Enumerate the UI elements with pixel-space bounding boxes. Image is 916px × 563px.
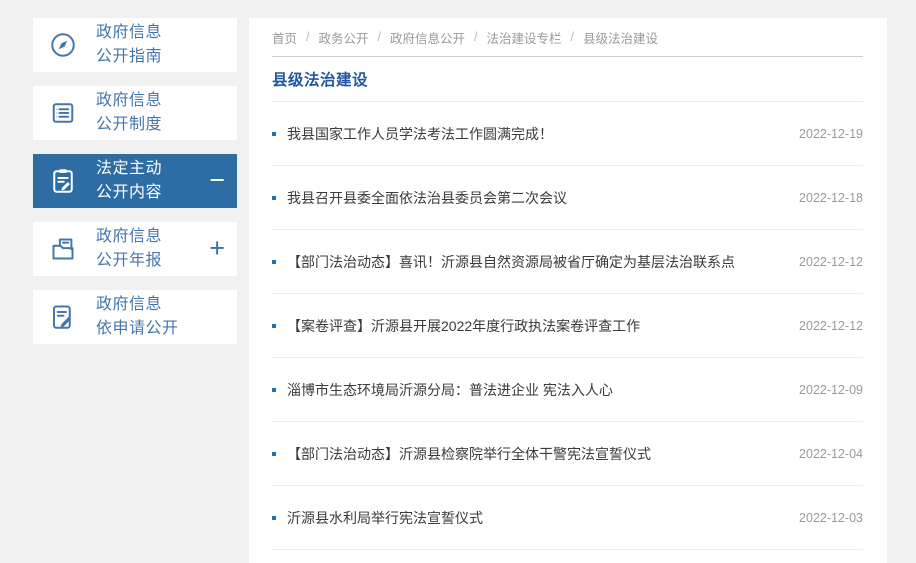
content-panel: 首页 / 政务公开 / 政府信息公开 / 法治建设专栏 / 县级法治建设 县级法… <box>249 18 887 563</box>
compass-icon <box>48 30 78 60</box>
news-date: 2022-12-09 <box>799 382 863 397</box>
breadcrumb-separator: / <box>377 30 381 44</box>
sidebar-item-label: 政府信息 依申请公开 <box>96 296 179 337</box>
folder-document-icon <box>48 234 78 264</box>
news-link[interactable]: 我县国家工作人员学法考法工作圆满完成！ <box>287 124 785 144</box>
news-row[interactable]: 我县召开县委全面依法治县委员会第二次会议 2022-12-18 <box>272 166 863 230</box>
news-row[interactable]: 【案卷评查】沂源县开展2022年度行政执法案卷评查工作 2022-12-12 <box>272 294 863 358</box>
breadcrumb-separator: / <box>570 30 574 44</box>
news-link[interactable]: 【部门法治动态】沂源县检察院举行全体干警宪法宣誓仪式 <box>287 444 785 464</box>
bullet-icon <box>272 451 276 456</box>
document-pen-icon <box>48 302 78 332</box>
sidebar-item-annual-report[interactable]: 政府信息 公开年报 + <box>33 222 237 276</box>
bullet-icon <box>272 323 276 328</box>
breadcrumb: 首页 / 政务公开 / 政府信息公开 / 法治建设专栏 / 县级法治建设 <box>272 18 863 57</box>
bullet-icon <box>272 131 276 136</box>
expand-toggle[interactable]: + <box>209 234 225 262</box>
news-date: 2022-12-04 <box>799 446 863 461</box>
news-link[interactable]: 我县召开县委全面依法治县委员会第二次会议 <box>287 188 785 208</box>
sidebar-item-open-rules[interactable]: 政府信息 公开制度 <box>33 86 237 140</box>
news-date: 2022-12-03 <box>799 510 863 525</box>
breadcrumb-rule-of-law-column[interactable]: 法治建设专栏 <box>487 28 562 47</box>
page-title: 县级法治建设 <box>272 72 369 89</box>
news-link[interactable]: 【案卷评查】沂源县开展2022年度行政执法案卷评查工作 <box>287 316 785 336</box>
sidebar-item-statutory-disclosure[interactable]: 法定主动 公开内容 − <box>33 154 237 208</box>
list-document-icon <box>48 98 78 128</box>
sidebar-item-label: 政府信息 公开指南 <box>96 24 163 65</box>
news-date: 2022-12-12 <box>799 254 863 269</box>
sidebar-item-open-guide[interactable]: 政府信息 公开指南 <box>33 18 237 72</box>
section-header: 县级法治建设 <box>272 57 863 102</box>
sidebar-item-label: 法定主动 公开内容 <box>96 160 163 201</box>
sidebar-item-label: 政府信息 公开制度 <box>96 92 163 133</box>
news-row[interactable]: 沂源县水利局举行宪法宣誓仪式 2022-12-03 <box>272 486 863 550</box>
sidebar-nav: 政府信息 公开指南 政府信息 公开制度 法定主动 公开内容 − 政府信息 公开年… <box>33 18 237 358</box>
news-row[interactable]: 淄博市生态环境局沂源分局：普法进企业 宪法入人心 2022-12-09 <box>272 358 863 422</box>
sidebar-item-label: 政府信息 公开年报 <box>96 228 163 269</box>
bullet-icon <box>272 387 276 392</box>
collapse-toggle[interactable]: − <box>209 166 225 194</box>
breadcrumb-gov-affairs[interactable]: 政务公开 <box>319 28 369 47</box>
news-row[interactable]: 【部门法治动态】沂源县检察院举行全体干警宪法宣誓仪式 2022-12-04 <box>272 422 863 486</box>
news-date: 2022-12-19 <box>799 126 863 141</box>
news-list: 我县国家工作人员学法考法工作圆满完成！ 2022-12-19 我县召开县委全面依… <box>272 102 863 550</box>
sidebar-item-disclosure-upon-request[interactable]: 政府信息 依申请公开 <box>33 290 237 344</box>
news-link[interactable]: 沂源县水利局举行宪法宣誓仪式 <box>287 508 785 528</box>
bullet-icon <box>272 259 276 264</box>
breadcrumb-home[interactable]: 首页 <box>272 28 297 47</box>
news-link[interactable]: 【部门法治动态】喜讯！沂源县自然资源局被省厅确定为基层法治联系点 <box>287 252 785 272</box>
breadcrumb-current-page: 县级法治建设 <box>583 31 659 46</box>
news-link[interactable]: 淄博市生态环境局沂源分局：普法进企业 宪法入人心 <box>287 380 785 400</box>
bullet-icon <box>272 195 276 200</box>
news-date: 2022-12-12 <box>799 318 863 333</box>
news-row[interactable]: 我县国家工作人员学法考法工作圆满完成！ 2022-12-19 <box>272 102 863 166</box>
clipboard-edit-icon <box>48 166 78 196</box>
breadcrumb-gov-info[interactable]: 政府信息公开 <box>390 28 465 47</box>
breadcrumb-separator: / <box>474 30 478 44</box>
news-date: 2022-12-18 <box>799 190 863 205</box>
breadcrumb-separator: / <box>306 30 310 44</box>
news-row[interactable]: 【部门法治动态】喜讯！沂源县自然资源局被省厅确定为基层法治联系点 2022-12… <box>272 230 863 294</box>
bullet-icon <box>272 515 276 520</box>
